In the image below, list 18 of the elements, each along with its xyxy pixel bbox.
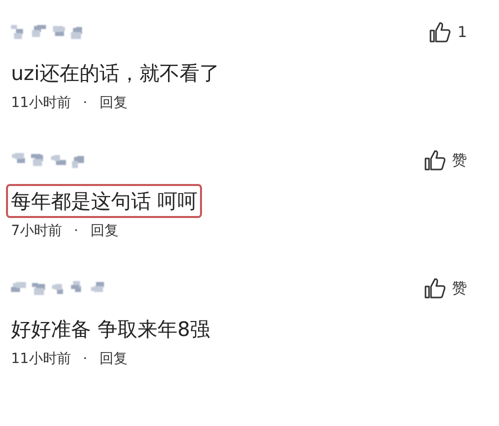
comment-text: uzi还在的话，就不看了 xyxy=(10,60,221,87)
like-label[interactable]: 赞 xyxy=(452,150,467,170)
like-label[interactable]: 赞 xyxy=(452,278,467,298)
comment-time: 7小时前 xyxy=(11,222,62,240)
comment-text: 好好准备 争取来年8强 xyxy=(10,316,212,343)
thumbs-up-icon[interactable] xyxy=(429,21,452,43)
separator-dot: · xyxy=(82,95,88,111)
comment-time: 11小时前 xyxy=(11,350,71,368)
reply-link[interactable]: 回复 xyxy=(99,350,128,368)
separator-dot: · xyxy=(82,351,88,367)
like-label[interactable]: 1 xyxy=(457,23,467,41)
comment-time: 11小时前 xyxy=(11,94,71,112)
reply-link[interactable]: 回复 xyxy=(90,222,118,240)
separator-dot: · xyxy=(74,223,78,239)
comment-text: 每年都是这句话 呵呵 xyxy=(6,184,202,218)
thumbs-up-icon[interactable] xyxy=(424,277,446,299)
reply-link[interactable]: 回复 xyxy=(99,94,128,112)
thumbs-up-icon[interactable] xyxy=(424,149,446,171)
